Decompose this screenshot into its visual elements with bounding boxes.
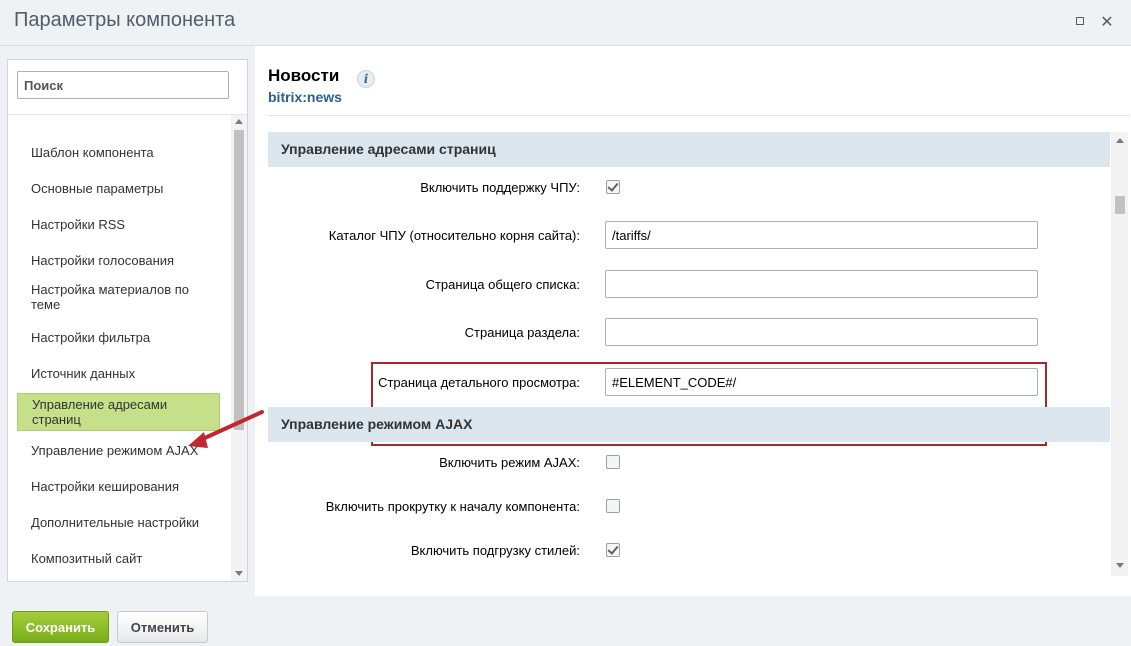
section-ajax: Управление режимом AJAX xyxy=(268,407,1110,442)
param-label: Включить прокрутку к началу компонента: xyxy=(325,499,580,514)
scroll-down-icon[interactable] xyxy=(1116,563,1124,568)
sidebar-item-component-template[interactable]: Шаблон компонента xyxy=(17,137,220,167)
maximize-icon[interactable] xyxy=(1073,14,1089,30)
sef-mode-checkbox[interactable] xyxy=(606,180,620,194)
sidebar-item-filter[interactable]: Настройки фильтра xyxy=(17,322,220,352)
sidebar: Шаблон компонента Основные параметры Нас… xyxy=(7,59,248,582)
ajax-jump-checkbox[interactable] xyxy=(606,499,620,513)
sidebar-nav: Шаблон компонента Основные параметры Нас… xyxy=(8,115,230,581)
cancel-button[interactable]: Отменить xyxy=(117,611,208,643)
param-label: Включить подгрузку стилей: xyxy=(410,543,580,558)
param-label: Страница раздела: xyxy=(464,325,580,340)
param-label: Каталог ЧПУ (относительно корня сайта): xyxy=(328,228,580,243)
sidebar-item-data-source[interactable]: Источник данных xyxy=(17,358,220,388)
sidebar-item-additional[interactable]: Дополнительные настройки xyxy=(17,507,220,537)
save-button[interactable]: Сохранить xyxy=(12,611,109,643)
params-list: Управление адресами страниц Включить под… xyxy=(268,132,1110,576)
list-page-input[interactable] xyxy=(605,270,1038,298)
sidebar-item-ajax[interactable]: Управление режимом AJAX xyxy=(17,435,220,465)
scroll-thumb[interactable] xyxy=(234,130,244,430)
sidebar-item-composite[interactable]: Композитный сайт xyxy=(17,543,220,573)
dialog-title: Параметры компонента xyxy=(14,9,236,31)
component-code: bitrix:news xyxy=(268,89,342,105)
scroll-down-icon[interactable] xyxy=(235,571,243,576)
params-scrollbar[interactable] xyxy=(1111,132,1128,576)
sidebar-item-voting[interactable]: Настройки голосования xyxy=(17,245,220,275)
search-input[interactable] xyxy=(17,71,229,99)
scroll-up-icon[interactable] xyxy=(1116,138,1124,143)
dialog-footer: Сохранить Отменить xyxy=(0,596,1131,646)
param-label: Включить режим AJAX: xyxy=(439,455,580,470)
param-label: Включить поддержку ЧПУ: xyxy=(420,180,580,195)
detail-page-input[interactable] xyxy=(605,368,1038,396)
info-icon[interactable]: i xyxy=(357,70,375,88)
close-icon[interactable]: ✕ xyxy=(1099,14,1115,30)
param-label: Страница общего списка: xyxy=(425,277,580,292)
sidebar-item-rss[interactable]: Настройки RSS xyxy=(17,209,220,239)
ajax-styles-checkbox[interactable] xyxy=(606,543,620,557)
component-name: Новости xyxy=(268,66,340,85)
sef-folder-input[interactable] xyxy=(605,221,1038,249)
sidebar-item-related-materials[interactable]: Настройка материалов по теме xyxy=(17,279,220,315)
params-panel: Новости i bitrix:news Управление адресам… xyxy=(255,46,1131,596)
section-url-management: Управление адресами страниц xyxy=(268,132,1110,167)
dialog-content: Шаблон компонента Основные параметры Нас… xyxy=(0,46,1131,596)
component-parameters-dialog: Параметры компонента ✕ Шаблон компонента… xyxy=(0,0,1131,646)
title-bar: Параметры компонента ✕ xyxy=(0,0,1131,46)
sidebar-item-caching[interactable]: Настройки кеширования xyxy=(17,471,220,501)
sidebar-item-url-management[interactable]: Управление адресами страниц xyxy=(17,393,220,431)
ajax-mode-checkbox[interactable] xyxy=(606,455,620,469)
header-divider xyxy=(268,115,1130,116)
param-label: Страница детального просмотра: xyxy=(378,375,580,390)
scroll-up-icon[interactable] xyxy=(235,119,243,124)
scroll-thumb[interactable] xyxy=(1115,196,1125,214)
sidebar-item-main-params[interactable]: Основные параметры xyxy=(17,173,220,203)
section-page-input[interactable] xyxy=(605,318,1038,346)
sidebar-scrollbar[interactable] xyxy=(231,115,247,581)
